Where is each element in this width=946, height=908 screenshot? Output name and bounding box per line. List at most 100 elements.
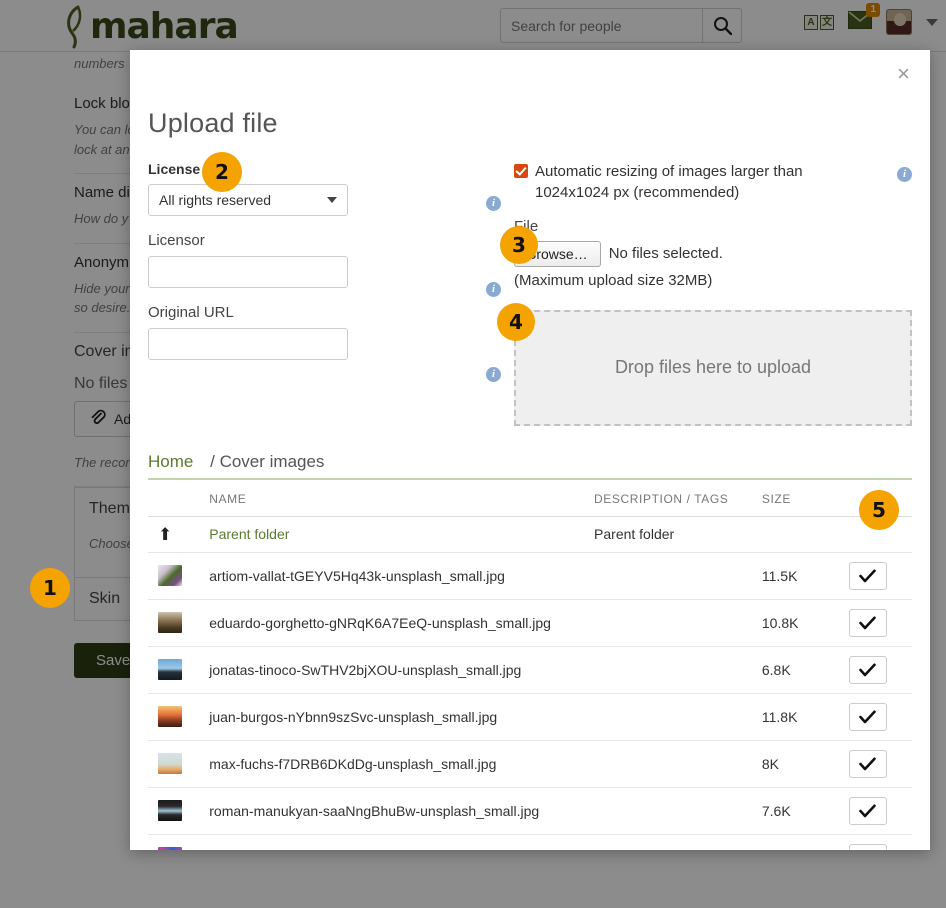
file-size-cell: 10.8K [762, 599, 843, 646]
file-table-header-row: NAME DESCRIPTION / TAGS SIZE [148, 480, 912, 517]
table-row-parent-folder[interactable]: ⬆ Parent folder Parent folder [148, 516, 912, 552]
license-info-icon[interactable]: i [486, 196, 501, 211]
file-description-cell [594, 646, 762, 693]
select-file-button[interactable] [849, 750, 887, 778]
check-icon [859, 804, 876, 818]
table-row[interactable]: juan-burgos-nYbnn9szSvc-unsplash_small.j… [148, 693, 912, 740]
table-row[interactable]: jonatas-tinoco-SwTHV2bjXOU-unsplash_smal… [148, 646, 912, 693]
file-selection-status: No files selected. [609, 245, 723, 262]
parent-folder-size-cell [762, 516, 843, 552]
check-icon [859, 569, 876, 583]
close-icon[interactable]: × [891, 59, 916, 89]
file-thumbnail-cell [148, 693, 209, 740]
select-file-button[interactable] [849, 609, 887, 637]
table-row[interactable]: sharon-mccutcheon-1wz7cN1XTmk-unsplash_s… [148, 834, 912, 850]
thumbnail-max-fuchs [158, 753, 182, 774]
thumbnail-roman-manukyan [158, 800, 182, 821]
callout-2: 2 [202, 152, 242, 192]
file-name-cell: jonatas-tinoco-SwTHV2bjXOU-unsplash_smal… [209, 646, 594, 693]
file-size-cell: 11.5K [762, 552, 843, 599]
col-description: DESCRIPTION / TAGS [594, 480, 762, 517]
file-description-cell [594, 693, 762, 740]
breadcrumb: Home / Cover images [148, 452, 912, 480]
file-action-cell [843, 740, 912, 787]
file-table-head: NAME DESCRIPTION / TAGS SIZE [148, 480, 912, 517]
file-thumbnail-cell [148, 599, 209, 646]
file-name-cell: max-fuchs-f7DRB6DKdDg-unsplash_small.jpg [209, 740, 594, 787]
file-description-cell [594, 787, 762, 834]
parent-folder-link[interactable]: Parent folder [209, 526, 289, 542]
thumbnail-jonatas-tinoco [158, 659, 182, 680]
file-name-cell: juan-burgos-nYbnn9szSvc-unsplash_small.j… [209, 693, 594, 740]
licensor-info-icon[interactable]: i [486, 282, 501, 297]
licensor-field: Licensor [148, 232, 504, 288]
select-file-button[interactable] [849, 656, 887, 684]
file-label: File [514, 218, 912, 235]
file-dropzone[interactable]: Drop files here to upload [514, 310, 912, 426]
file-size-cell: 7.6K [762, 787, 843, 834]
table-row[interactable]: roman-manukyan-saaNngBhuBw-unsplash_smal… [148, 787, 912, 834]
file-action-cell [843, 787, 912, 834]
callout-3: 3 [500, 226, 538, 264]
file-thumbnail-cell [148, 552, 209, 599]
file-thumbnail-cell [148, 787, 209, 834]
breadcrumb-home[interactable]: Home [148, 452, 193, 471]
check-icon [859, 616, 876, 630]
license-selected-value: All rights reserved [159, 192, 327, 208]
file-thumbnail-cell [148, 740, 209, 787]
original-url-label: Original URL [148, 304, 504, 321]
max-upload-size: (Maximum upload size 32MB) [514, 272, 912, 289]
original-url-input[interactable] [148, 328, 348, 360]
parent-folder-desc-cell: Parent folder [594, 516, 762, 552]
file-action-cell [843, 599, 912, 646]
file-browser-table: NAME DESCRIPTION / TAGS SIZE ⬆ Parent fo… [148, 480, 912, 850]
callout-5: 5 [859, 490, 899, 530]
modal-body: License All rights reserved Licensor Ori… [130, 161, 930, 850]
select-file-button[interactable] [849, 797, 887, 825]
file-action-cell [843, 693, 912, 740]
check-icon [859, 663, 876, 677]
auto-resize-row: Automatic resizing of images larger than… [514, 161, 912, 204]
license-select[interactable]: All rights reserved [148, 184, 348, 216]
parent-folder-icon-cell: ⬆ [148, 516, 209, 552]
modal-top-columns: License All rights reserved Licensor Ori… [148, 161, 912, 426]
file-size-cell: 11.8K [762, 693, 843, 740]
file-description-cell [594, 834, 762, 850]
file-description-cell [594, 740, 762, 787]
file-name-cell: eduardo-gorghetto-gNRqK6A7EeQ-unsplash_s… [209, 599, 594, 646]
callout-1: 1 [30, 568, 70, 608]
thumbnail-juan-burgos [158, 706, 182, 727]
auto-resize-label: Automatic resizing of images larger than… [535, 161, 825, 204]
auto-resize-checkbox[interactable] [514, 164, 528, 178]
chevron-down-icon [327, 197, 337, 203]
file-action-cell [843, 552, 912, 599]
breadcrumb-current: Cover images [220, 452, 325, 471]
col-thumbnail [148, 480, 209, 517]
auto-resize-info-icon[interactable]: i [897, 167, 912, 182]
thumbnail-eduardo-gorghetto [158, 612, 182, 633]
file-size-cell: 6.8K [762, 646, 843, 693]
file-table-body: ⬆ Parent folder Parent folder artiom-val… [148, 516, 912, 850]
file-description-cell [594, 552, 762, 599]
licensor-input[interactable] [148, 256, 348, 288]
select-file-button[interactable] [849, 844, 887, 850]
table-row[interactable]: artiom-vallat-tGEYV5Hq43k-unsplash_small… [148, 552, 912, 599]
file-name-cell: roman-manukyan-saaNngBhuBw-unsplash_smal… [209, 787, 594, 834]
file-size-cell: 8K [762, 740, 843, 787]
modal-title: Upload file [130, 50, 930, 139]
licensor-label: Licensor [148, 232, 504, 249]
callout-4: 4 [497, 303, 535, 341]
original-url-info-icon[interactable]: i [486, 367, 501, 382]
file-action-cell [843, 646, 912, 693]
upload-column: Automatic resizing of images larger than… [504, 161, 912, 426]
select-file-button[interactable] [849, 562, 887, 590]
table-row[interactable]: max-fuchs-f7DRB6DKdDg-unsplash_small.jpg… [148, 740, 912, 787]
select-file-button[interactable] [849, 703, 887, 731]
table-row[interactable]: eduardo-gorghetto-gNRqK6A7EeQ-unsplash_s… [148, 599, 912, 646]
license-column: License All rights reserved Licensor Ori… [148, 161, 504, 426]
file-name-cell: sharon-mccutcheon-1wz7cN1XTmk-unsplash_s… [209, 834, 594, 850]
file-name-cell: artiom-vallat-tGEYV5Hq43k-unsplash_small… [209, 552, 594, 599]
up-arrow-icon: ⬆ [158, 526, 209, 543]
thumbnail-sharon-mccutcheon [158, 847, 182, 850]
file-browse-row: Browse… No files selected. [514, 241, 912, 267]
